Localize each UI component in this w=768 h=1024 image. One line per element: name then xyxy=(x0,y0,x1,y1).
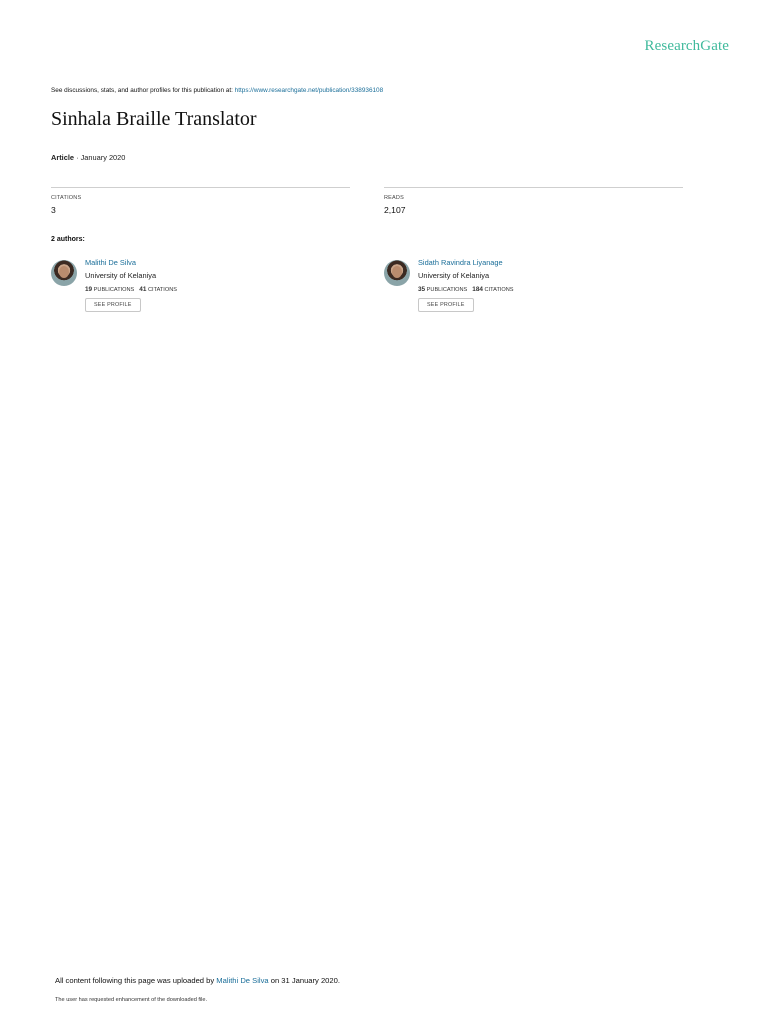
article-type: Article xyxy=(51,153,75,162)
discussion-line: See discussions, stats, and author profi… xyxy=(51,87,383,94)
discussion-text: See discussions, stats, and author profi… xyxy=(51,87,235,94)
avatar[interactable] xyxy=(51,260,77,286)
author-name-link[interactable]: Malithi De Silva xyxy=(85,258,177,268)
author-name-link[interactable]: Sidath Ravindra Liyanage xyxy=(418,258,514,268)
see-profile-button[interactable]: SEE PROFILE xyxy=(418,298,474,312)
uploader-link[interactable]: Malithi De Silva xyxy=(216,976,268,985)
citations-stat: CITATIONS 3 xyxy=(51,187,350,215)
citations-count-label: CITATIONS xyxy=(484,287,514,293)
upload-prefix: All content following this page was uplo… xyxy=(55,976,217,985)
publications-count: 19 xyxy=(85,286,93,293)
publications-count: 35 xyxy=(418,286,426,293)
citations-label: CITATIONS xyxy=(51,195,82,201)
author-institution: University of Kelaniya xyxy=(418,271,490,280)
reads-label: READS xyxy=(384,195,404,201)
citations-count: 41 xyxy=(139,286,147,293)
researchgate-logo: ResearchGate xyxy=(644,38,729,54)
publications-label: PUBLICATIONS xyxy=(426,287,468,293)
reads-value: 2,107 xyxy=(384,205,406,215)
upload-suffix: on 31 January 2020. xyxy=(268,976,340,985)
citations-value: 3 xyxy=(51,205,56,215)
reads-stat: READS 2,107 xyxy=(384,187,683,215)
meta-separator: · xyxy=(74,153,81,162)
publications-label: PUBLICATIONS xyxy=(93,287,135,293)
see-profile-button[interactable]: SEE PROFILE xyxy=(85,298,141,312)
page-title: Sinhala Braille Translator xyxy=(51,108,257,130)
authors-heading: 2 authors: xyxy=(51,236,85,243)
citations-count-label: CITATIONS xyxy=(147,287,177,293)
publication-link[interactable]: https://www.researchgate.net/publication… xyxy=(235,87,384,94)
citations-count: 184 xyxy=(472,286,483,293)
avatar[interactable] xyxy=(384,260,410,286)
article-meta: Article · January 2020 xyxy=(51,153,125,162)
author-counts: 35 PUBLICATIONS 184 CITATIONS xyxy=(418,286,514,293)
author-institution: University of Kelaniya xyxy=(85,271,157,280)
author-counts: 19 PUBLICATIONS 41 CITATIONS xyxy=(85,286,177,293)
upload-note: All content following this page was uplo… xyxy=(55,976,340,985)
article-date: January 2020 xyxy=(80,153,126,162)
enhancement-note: The user has requested enhancement of th… xyxy=(55,997,208,1003)
